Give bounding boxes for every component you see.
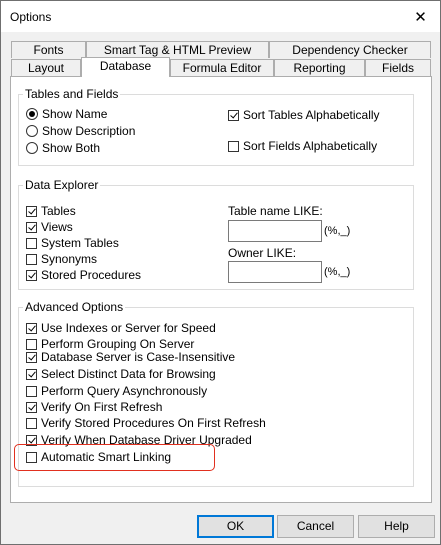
checkbox-label: Stored Procedures <box>41 268 142 282</box>
checkbox[interactable] <box>26 417 37 429</box>
checkbox[interactable] <box>26 401 37 413</box>
table-name-like-input[interactable] <box>228 220 322 242</box>
checkbox-label: Sort Fields Alphabetically <box>243 139 378 153</box>
checkbox-select-distinct[interactable]: Select Distinct Data for Browsing <box>26 367 216 381</box>
group-title: Tables and Fields <box>23 87 121 101</box>
checkbox[interactable] <box>26 351 37 363</box>
radio-button[interactable] <box>26 142 38 154</box>
checkbox[interactable] <box>26 338 37 350</box>
tab-label: Fields <box>381 61 414 75</box>
checkbox[interactable] <box>26 253 37 265</box>
tab-label: Formula Editor <box>182 61 262 75</box>
ok-button[interactable]: OK <box>197 515 274 538</box>
checkbox[interactable] <box>26 368 37 380</box>
tab-label: Layout <box>27 61 65 75</box>
options-dialog: Options ✕ Fonts Smart Tag & HTML Preview… <box>0 0 441 545</box>
checkbox-sort-tables[interactable]: Sort Tables Alphabetically <box>228 108 380 122</box>
checkbox-label: Synonyms <box>41 252 98 266</box>
tab-label: Database <box>99 59 152 73</box>
tab-database[interactable]: Database <box>81 57 170 77</box>
radio-button[interactable] <box>26 125 38 137</box>
checkbox-label: Select Distinct Data for Browsing <box>41 367 216 381</box>
owner-like-input[interactable] <box>228 261 322 283</box>
group-title: Advanced Options <box>23 300 126 314</box>
group-title: Data Explorer <box>23 178 101 192</box>
radio-show-name[interactable]: Show Name <box>26 107 107 121</box>
tab-label: Reporting <box>293 61 346 75</box>
radio-show-both[interactable]: Show Both <box>26 141 100 155</box>
checkbox-views[interactable]: Views <box>26 220 73 234</box>
checkbox-use-indexes[interactable]: Use Indexes or Server for Speed <box>26 321 216 335</box>
table-name-hint: (%,_) <box>324 225 351 237</box>
checkbox-label: Perform Grouping On Server <box>41 337 195 351</box>
checkbox-label: System Tables <box>41 236 119 250</box>
checkbox[interactable] <box>26 269 37 281</box>
tab-layout[interactable]: Layout <box>11 59 81 76</box>
checkbox-synonyms[interactable]: Synonyms <box>26 252 97 266</box>
tab-dependency-checker[interactable]: Dependency Checker <box>269 41 431 58</box>
radio-label: Show Both <box>42 141 101 155</box>
window-title: Options <box>10 10 52 24</box>
checkbox-label: Verify On First Refresh <box>41 400 163 414</box>
tab-formula-editor[interactable]: Formula Editor <box>170 59 274 76</box>
checkbox-grouping-on-server[interactable]: Perform Grouping On Server <box>26 337 194 351</box>
checkbox-label: Tables <box>41 204 76 218</box>
checkbox[interactable] <box>26 322 37 334</box>
checkbox-label: Database Server is Case-Insensitive <box>41 350 236 364</box>
radio-label: Show Description <box>42 124 136 138</box>
tab-smart-tag-html-preview[interactable]: Smart Tag & HTML Preview <box>86 41 269 58</box>
checkbox-label: Sort Tables Alphabetically <box>243 108 380 122</box>
checkbox-query-async[interactable]: Perform Query Asynchronously <box>26 384 207 398</box>
checkbox-sort-fields[interactable]: Sort Fields Alphabetically <box>228 139 377 153</box>
tab-fields[interactable]: Fields <box>365 59 431 76</box>
checkbox-stored-procedures[interactable]: Stored Procedures <box>26 268 141 282</box>
title-bar: Options ✕ <box>1 1 440 32</box>
radio-button[interactable] <box>26 108 38 120</box>
checkbox[interactable] <box>26 221 37 233</box>
tab-label: Fonts <box>33 43 64 57</box>
checkbox-label: Perform Query Asynchronously <box>41 384 208 398</box>
highlight-box <box>14 444 215 471</box>
tab-label: Dependency Checker <box>292 43 408 57</box>
checkbox-label: Views <box>41 220 73 234</box>
radio-label: Show Name <box>42 107 108 121</box>
tab-label: Smart Tag & HTML Preview <box>103 43 252 57</box>
checkbox[interactable] <box>26 385 37 397</box>
owner-hint: (%,_) <box>324 266 351 278</box>
checkbox[interactable] <box>26 205 37 217</box>
help-button[interactable]: Help <box>358 515 435 538</box>
tab-reporting[interactable]: Reporting <box>274 59 365 76</box>
checkbox-label: Use Indexes or Server for Speed <box>41 321 216 335</box>
checkbox[interactable] <box>228 109 239 121</box>
checkbox-system-tables[interactable]: System Tables <box>26 236 119 250</box>
owner-like-label: Owner LIKE: <box>228 246 297 260</box>
cancel-button[interactable]: Cancel <box>277 515 354 538</box>
radio-show-description[interactable]: Show Description <box>26 124 135 138</box>
checkbox[interactable] <box>26 237 37 249</box>
checkbox-tables[interactable]: Tables <box>26 204 76 218</box>
checkbox[interactable] <box>228 140 239 152</box>
table-name-like-label: Table name LIKE: <box>228 204 323 218</box>
close-icon[interactable]: ✕ <box>401 1 440 32</box>
checkbox-label: Verify Stored Procedures On First Refres… <box>41 416 266 430</box>
checkbox-case-insensitive[interactable]: Database Server is Case-Insensitive <box>26 350 235 364</box>
checkbox-verify-first-refresh[interactable]: Verify On First Refresh <box>26 400 162 414</box>
checkbox-verify-stored-procedures[interactable]: Verify Stored Procedures On First Refres… <box>26 416 266 430</box>
tab-fonts[interactable]: Fonts <box>11 41 86 58</box>
